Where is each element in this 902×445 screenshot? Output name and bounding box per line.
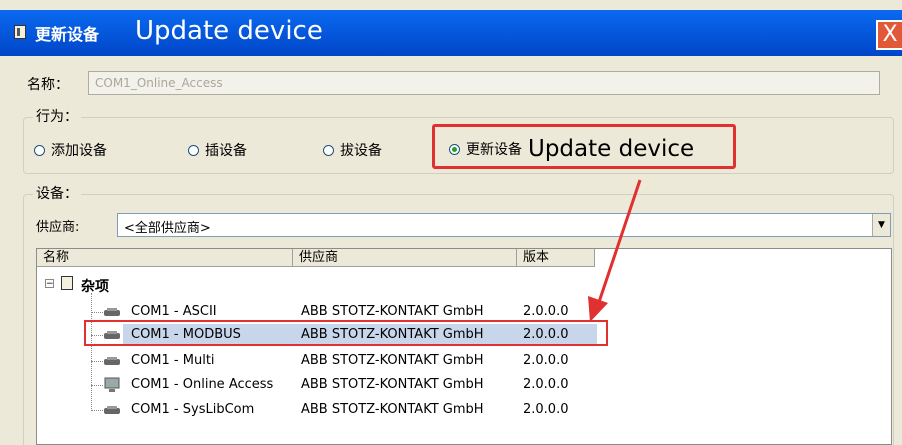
update-device-dialog: 更新设备 Update device X 名称： COM1_Online_Acc… [0, 0, 902, 445]
annotation-selected-row-box [84, 320, 608, 346]
device-list[interactable]: 名称 供应商 版本 − 杂项 COM1 - ASCII ABB STOTZ-KO… [36, 248, 892, 445]
radio-add-device[interactable]: 添加设备 [34, 140, 107, 160]
device-version: 2.0.0.0 [523, 304, 569, 319]
device-version: 2.0.0.0 [523, 353, 569, 368]
list-item[interactable]: COM1 - Online Access ABB STOTZ-KONTAKT G… [37, 374, 891, 396]
device-name: COM1 - SysLibCom [131, 402, 255, 417]
tree-connector [91, 385, 103, 386]
device-vendor: ABB STOTZ-KONTAKT GmbH [301, 402, 484, 417]
dropdown-arrow-icon[interactable]: ▼ [872, 214, 890, 236]
column-header-name[interactable]: 名称 [37, 249, 293, 267]
window-title-english: Update device [135, 16, 323, 46]
device-vendor: ABB STOTZ-KONTAKT GmbH [301, 353, 484, 368]
tree-connector [91, 361, 103, 362]
tree-connector [91, 312, 103, 313]
device-group-label: 设备： [33, 183, 81, 203]
device-name: COM1 - Multi [131, 353, 215, 368]
device-version: 2.0.0.0 [523, 377, 569, 392]
vendor-label: 供应商: [36, 220, 80, 235]
collapse-icon[interactable]: − [45, 279, 54, 289]
device-icon [14, 25, 26, 39]
serial-plug-icon [104, 406, 120, 414]
name-label: 名称： [27, 77, 69, 93]
category-label: 杂项 [81, 279, 109, 295]
radio-indicator [188, 144, 199, 156]
vendor-select[interactable]: <全部供应商> ▼ [117, 213, 891, 237]
serial-plug-icon [104, 308, 120, 316]
radio-indicator [34, 144, 45, 156]
name-field: COM1_Online_Access [88, 71, 880, 95]
tree-connector [91, 410, 103, 411]
column-header-vendor[interactable]: 供应商 [293, 249, 517, 267]
radio-label: 添加设备 [51, 143, 107, 159]
behavior-group-label: 行为： [33, 106, 81, 126]
serial-plug-icon [104, 357, 120, 365]
annotation-highlight-box [432, 124, 736, 169]
radio-label: 插设备 [205, 143, 247, 159]
close-button[interactable]: X [876, 20, 902, 50]
radio-indicator [323, 144, 334, 156]
device-vendor: ABB STOTZ-KONTAKT GmbH [301, 304, 484, 319]
tree-node-misc[interactable]: − 杂项 [37, 273, 891, 295]
column-header-version[interactable]: 版本 [517, 249, 595, 267]
window-title: 更新设备 [35, 25, 100, 44]
folder-icon [61, 276, 73, 290]
device-version: 2.0.0.0 [523, 402, 569, 417]
title-bar[interactable]: 更新设备 Update device X [0, 10, 902, 56]
monitor-icon [104, 377, 120, 392]
radio-unplug-device[interactable]: 拔设备 [323, 140, 382, 160]
device-name: COM1 - Online Access [131, 377, 274, 392]
vendor-value: <全部供应商> [124, 221, 211, 236]
device-vendor: ABB STOTZ-KONTAKT GmbH [301, 377, 484, 392]
radio-label: 拔设备 [340, 143, 382, 159]
radio-plug-device[interactable]: 插设备 [188, 140, 247, 160]
list-item[interactable]: COM1 - SysLibCom ABB STOTZ-KONTAKT GmbH … [37, 399, 891, 421]
list-item[interactable]: COM1 - Multi ABB STOTZ-KONTAKT GmbH 2.0.… [37, 350, 891, 372]
device-name: COM1 - ASCII [131, 304, 217, 319]
